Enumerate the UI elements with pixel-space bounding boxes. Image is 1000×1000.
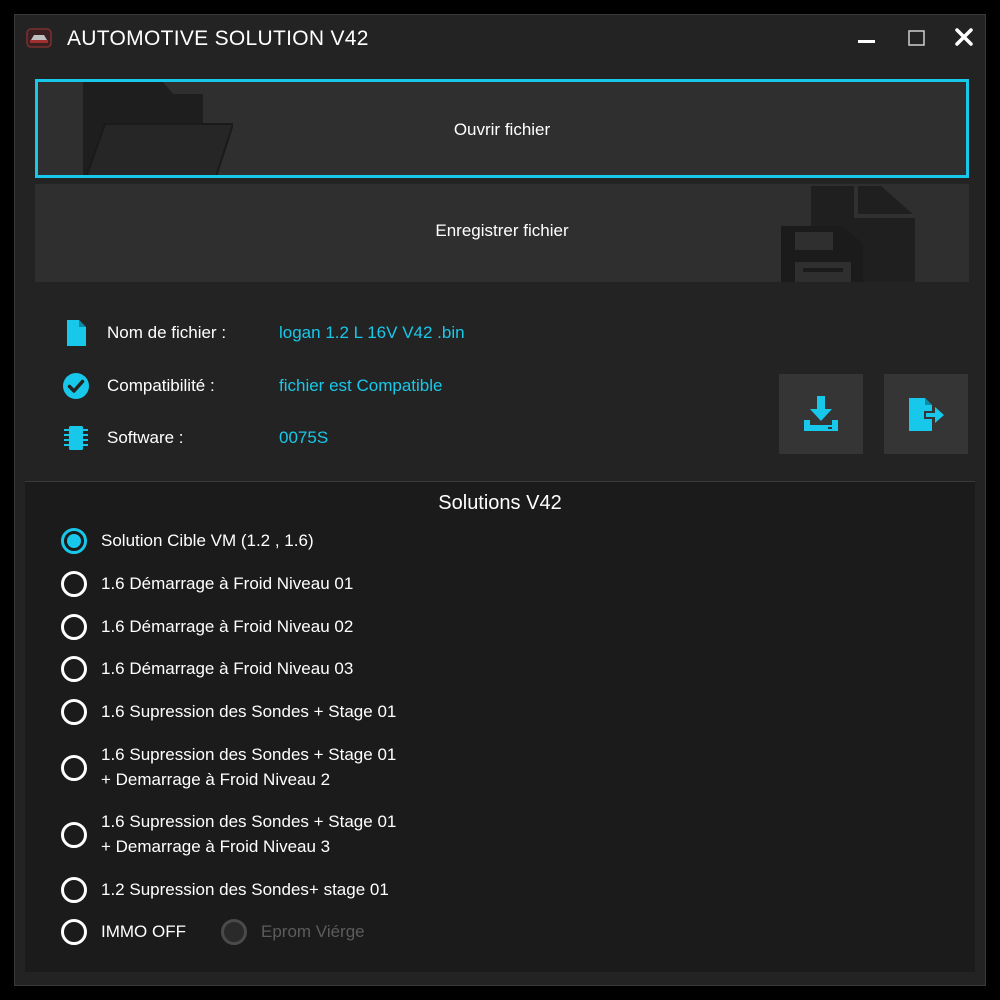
- radio-button[interactable]: [61, 919, 87, 945]
- filename-value: logan 1.2 L 16V V42 .bin: [279, 323, 465, 342]
- radio-button[interactable]: [61, 755, 87, 781]
- radio-label: 1.2 Supression des Sondes+ stage 01: [101, 880, 389, 899]
- download-icon: [804, 396, 838, 431]
- radio-label: 1.6 Supression des Sondes + Stage 01: [101, 745, 397, 764]
- maximize-button[interactable]: [899, 24, 933, 54]
- radio-label: IMMO OFF: [101, 922, 186, 941]
- radio-label-line2: + Demarrage à Froid Niveau 3: [101, 837, 331, 856]
- radio-button[interactable]: [61, 614, 87, 640]
- export-file-icon: [909, 398, 944, 431]
- save-file-label: Enregistrer fichier: [435, 221, 569, 240]
- window-title: AUTOMOTIVE SOLUTION V42: [67, 27, 369, 50]
- radio-label: 1.6 Démarrage à Froid Niveau 03: [101, 659, 354, 678]
- compatibility-label: Compatibilité :: [107, 376, 215, 395]
- file-icon: [61, 318, 91, 348]
- radio-button[interactable]: [61, 699, 87, 725]
- export-button[interactable]: [884, 374, 968, 454]
- close-icon: [955, 28, 973, 46]
- radio-label: 1.6 Supression des Sondes + Stage 01: [101, 812, 397, 831]
- software-row: Software : 0075S: [61, 423, 761, 453]
- chip-icon: [61, 423, 91, 453]
- radio-button[interactable]: [61, 877, 87, 903]
- minimize-icon: [858, 40, 875, 43]
- compatibility-row: Compatibilité : fichier est Compatible: [61, 371, 761, 401]
- download-button[interactable]: [779, 374, 863, 454]
- radio-label: 1.6 Démarrage à Froid Niveau 02: [101, 617, 354, 636]
- title-bar[interactable]: AUTOMOTIVE SOLUTION V42: [15, 15, 985, 65]
- car-logo-icon: [26, 27, 52, 49]
- radio-button-disabled[interactable]: [221, 919, 247, 945]
- solutions-panel: Solutions V42 Solution Cible VM (1.2 , 1…: [25, 481, 975, 972]
- radio-label: 1.6 Supression des Sondes + Stage 01: [101, 702, 397, 721]
- radio-label: Solution Cible VM (1.2 , 1.6): [101, 531, 314, 550]
- radio-button[interactable]: [61, 656, 87, 682]
- software-label: Software :: [107, 428, 184, 447]
- check-circle-icon: [61, 371, 91, 401]
- radio-label: Eprom Viérge: [261, 922, 365, 941]
- radio-button[interactable]: [61, 822, 87, 848]
- filename-row: Nom de fichier : logan 1.2 L 16V V42 .bi…: [61, 318, 761, 348]
- solutions-title: Solutions V42: [438, 492, 562, 514]
- compatibility-value: fichier est Compatible: [279, 376, 443, 395]
- maximize-icon: [908, 30, 925, 46]
- close-button[interactable]: [947, 24, 981, 54]
- radio-button-checked[interactable]: [61, 528, 87, 554]
- software-value: 0075S: [279, 428, 329, 447]
- filename-label: Nom de fichier :: [107, 323, 227, 342]
- open-file-button[interactable]: Ouvrir fichier: [35, 79, 969, 178]
- save-file-button[interactable]: Enregistrer fichier: [35, 184, 969, 282]
- radio-button[interactable]: [61, 571, 87, 597]
- radio-label: 1.6 Démarrage à Froid Niveau 01: [101, 574, 354, 593]
- open-file-label: Ouvrir fichier: [453, 120, 551, 139]
- minimize-button[interactable]: [849, 24, 883, 54]
- radio-label-line2: + Demarrage à Froid Niveau 2: [101, 770, 331, 789]
- app-window: AUTOMOTIVE SOLUTION V42 Ouvrir fichier E…: [14, 14, 986, 986]
